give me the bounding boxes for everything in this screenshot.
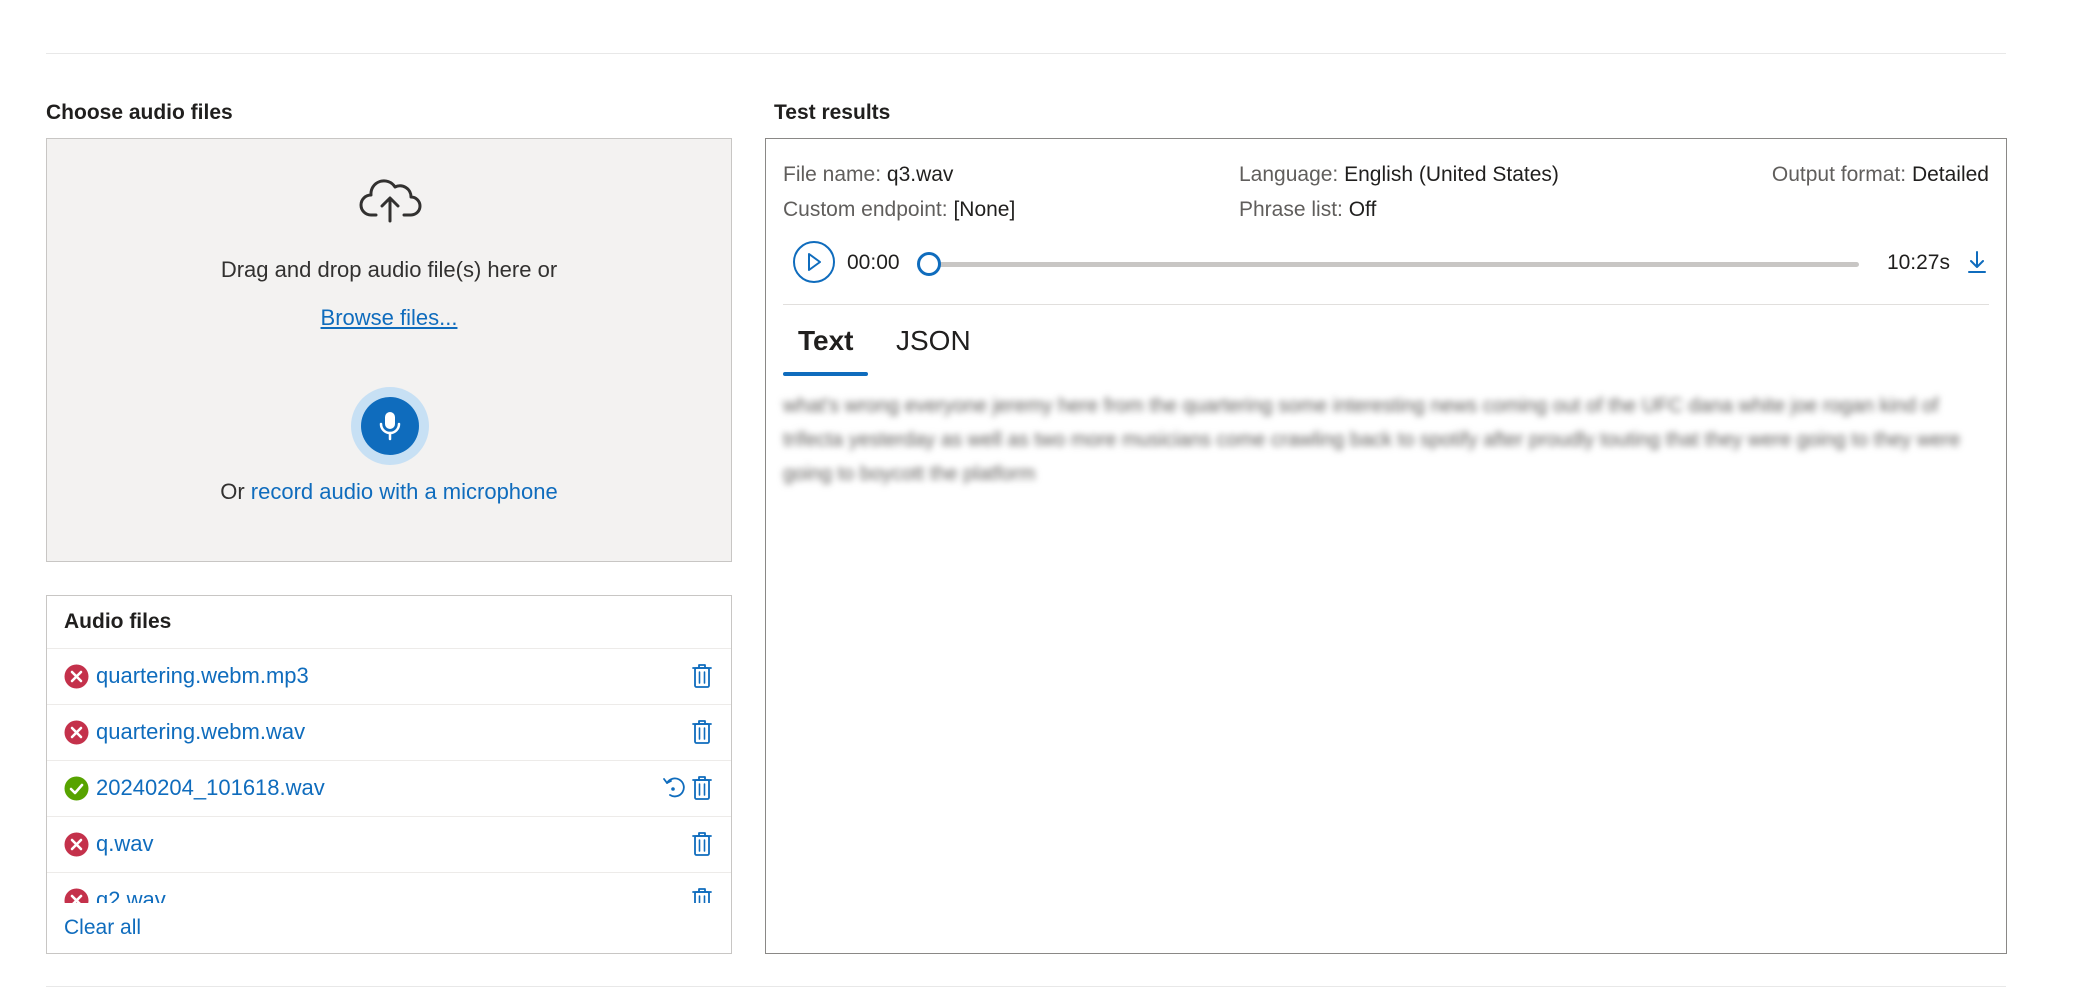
trash-icon[interactable] xyxy=(691,663,713,689)
bottom-divider xyxy=(46,986,2006,987)
audio-file-row[interactable]: q2.wav xyxy=(47,873,731,903)
trash-icon[interactable] xyxy=(691,719,713,745)
phrase-list-field: Phrase list: Off xyxy=(1239,198,1376,222)
audio-file-name[interactable]: quartering.webm.wav xyxy=(96,719,305,745)
audio-file-name[interactable]: q2.wav xyxy=(96,887,166,903)
play-button[interactable] xyxy=(793,241,835,283)
transcript-text: what's wrong everyone jeremy here from t… xyxy=(783,395,1961,485)
language-field: Language: English (United States) xyxy=(1239,163,1559,187)
cloud-upload-icon xyxy=(359,179,422,223)
clear-all-button[interactable]: Clear all xyxy=(64,916,141,940)
audio-file-name[interactable]: 20240204_101618.wav xyxy=(96,775,325,801)
trash-icon[interactable] xyxy=(691,775,713,801)
error-x-icon xyxy=(64,832,89,857)
play-icon xyxy=(808,253,821,271)
output-format-value: Detailed xyxy=(1911,163,1989,186)
audio-file-row[interactable]: quartering.webm.mp3 xyxy=(47,649,731,705)
results-divider xyxy=(783,304,1989,305)
output-format-field: Output format: Detailed xyxy=(1772,163,1989,187)
choose-audio-files-title: Choose audio files xyxy=(46,101,233,124)
top-divider xyxy=(46,53,2006,54)
tab-json[interactable]: JSON xyxy=(896,325,971,357)
test-results-title: Test results xyxy=(774,101,891,124)
trash-icon[interactable] xyxy=(691,831,713,857)
download-icon[interactable] xyxy=(1966,249,1988,275)
language-label: Language: xyxy=(1239,163,1339,186)
current-time: 00:00 xyxy=(847,251,900,274)
error-x-icon xyxy=(64,664,89,689)
phrase-list-label: Phrase list: xyxy=(1239,198,1343,221)
test-results-panel: File name: q3.wav Language: English (Uni… xyxy=(765,138,2007,954)
error-x-icon xyxy=(64,888,89,903)
language-value: English (United States) xyxy=(1344,163,1559,186)
seek-thumb[interactable] xyxy=(917,252,941,276)
audio-file-row[interactable]: 20240204_101618.wav xyxy=(47,761,731,817)
record-audio-link[interactable]: record audio with a microphone xyxy=(251,479,558,504)
custom-endpoint-field: Custom endpoint: [None] xyxy=(783,198,1015,222)
microphone-icon xyxy=(379,412,401,441)
record-prefix: Or xyxy=(220,479,251,504)
total-duration: 10:27s xyxy=(1886,251,1950,274)
browse-files-link[interactable]: Browse files... xyxy=(321,305,458,330)
record-microphone-button[interactable] xyxy=(351,387,429,465)
custom-endpoint-label: Custom endpoint: xyxy=(783,198,948,221)
custom-endpoint-value: [None] xyxy=(953,198,1016,221)
audio-files-panel: Audio files quartering.webm.mp3 quarterin… xyxy=(46,595,732,954)
file-name-field: File name: q3.wav xyxy=(783,163,953,187)
file-name-label: File name: xyxy=(783,163,882,186)
audio-files-title: Audio files xyxy=(64,610,172,633)
record-audio-line: Or record audio with a microphone xyxy=(47,479,731,505)
audio-file-row[interactable]: quartering.webm.wav xyxy=(47,705,731,761)
tab-text[interactable]: Text xyxy=(798,325,854,357)
audio-file-list[interactable]: quartering.webm.mp3 quartering.webm.wav 20… xyxy=(47,648,731,903)
trash-icon[interactable] xyxy=(691,887,713,903)
file-name-value: q3.wav xyxy=(886,163,954,186)
output-format-label: Output format: xyxy=(1771,163,1907,186)
audio-file-row[interactable]: q.wav xyxy=(47,817,731,873)
rerun-icon[interactable] xyxy=(661,775,685,801)
phrase-list-value: Off xyxy=(1348,198,1377,221)
error-x-icon xyxy=(64,720,89,745)
audio-file-name[interactable]: q.wav xyxy=(96,831,153,857)
audio-file-name[interactable]: quartering.webm.mp3 xyxy=(96,663,309,689)
drag-drop-text: Drag and drop audio file(s) here or xyxy=(220,257,558,282)
dropzone[interactable]: Drag and drop audio file(s) here or Brow… xyxy=(46,138,732,562)
active-tab-indicator xyxy=(783,372,868,376)
audio-seek-slider[interactable] xyxy=(917,252,1859,276)
success-check-icon xyxy=(64,776,89,801)
